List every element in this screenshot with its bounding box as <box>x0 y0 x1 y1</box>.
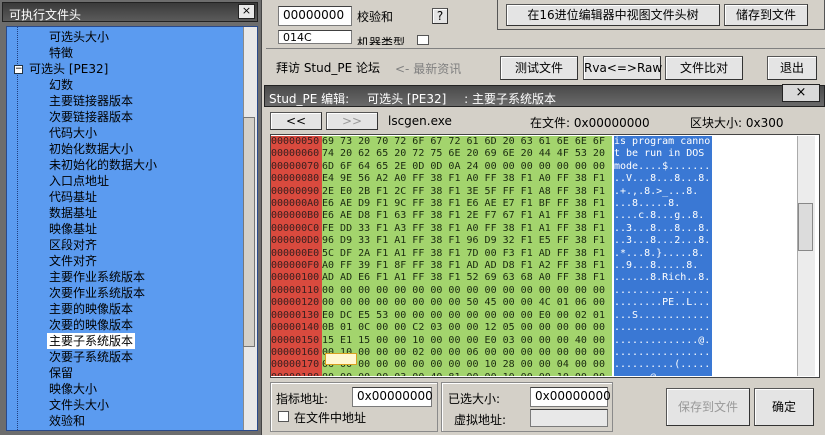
tree-item[interactable]: 幻数 <box>49 77 73 93</box>
in-file-address-label: 在文件中地址 <box>294 411 367 425</box>
tree-item[interactable]: 文件对齐 <box>49 253 97 269</box>
exit-button[interactable]: 退出 <box>767 56 817 80</box>
tree-item[interactable]: 代码大小 <box>49 125 97 141</box>
tree-item[interactable]: 效验和 <box>49 413 85 429</box>
hex-bytes[interactable]: 69 73 20 70 72 6F 67 72 61 6D 20 63 61 6… <box>322 136 612 376</box>
tree-guide-line <box>17 27 19 430</box>
divider <box>266 48 825 49</box>
tree-item[interactable]: 次要的映像版本 <box>49 317 133 333</box>
virtual-address-field[interactable] <box>530 409 608 427</box>
hex-address-column: 00000050 00000060 00000070 00000080 0000… <box>271 136 322 376</box>
tree-close-button[interactable]: × <box>238 4 255 19</box>
hex-ascii-column[interactable]: is program canno t be run in DOS mode...… <box>614 136 712 376</box>
prev-button[interactable]: << <box>270 112 322 130</box>
tree-panel-title: 可执行文件头 <box>2 2 258 22</box>
rva-raw-button[interactable]: Rva<=>Raw <box>583 56 662 80</box>
tree-item[interactable]: 代码基址 <box>49 189 97 205</box>
hex-ascii[interactable]: is program canno t be run in DOS mode...… <box>614 136 712 376</box>
filename-label: lscgen.exe <box>388 114 452 128</box>
selected-size-field[interactable]: 0x00000000 <box>530 387 611 407</box>
in-file-offset-label: 在文件: 0x00000000 <box>530 116 650 130</box>
tree-item[interactable]: 主要的映像版本 <box>49 301 133 317</box>
block-size-label: 区块大小: 0x300 <box>690 116 784 130</box>
selected-size-label: 已选大小: <box>448 392 501 406</box>
tree-item[interactable]: 次要子系统版本 <box>49 349 133 365</box>
tree-item[interactable]: 映像基址 <box>49 221 97 237</box>
hex-scrollbar[interactable] <box>797 136 815 376</box>
editor-title-bar: Stud_PE 编辑: 可选头 [PE32] : 主要子系统版本 <box>264 85 825 107</box>
checksum-field[interactable]: 00000000 <box>278 6 352 26</box>
ok-button[interactable]: 确定 <box>754 388 814 426</box>
tree-item-selected[interactable]: 主要子系统版本 <box>47 333 136 349</box>
hex-scrollbar-thumb[interactable] <box>798 203 813 251</box>
tree-item[interactable]: 数据基址 <box>49 205 97 221</box>
tree-view[interactable]: 可选头大小 特徵 − 可选头 [PE32] 幻数 主要链接器版本 次要链接器版本… <box>6 26 258 431</box>
view-in-hex-editor-button[interactable]: 在16进位编辑器中视图文件头树 <box>506 4 720 26</box>
test-file-button[interactable]: 测试文件 <box>500 56 578 80</box>
tree-item-optional-header-size[interactable]: 可选头大小 <box>49 29 109 45</box>
tree-item[interactable]: 主要作业系统版本 <box>49 269 145 285</box>
machine-field[interactable]: 014C <box>278 30 352 44</box>
hex-addresses: 00000050 00000060 00000070 00000080 0000… <box>271 136 320 376</box>
tree-item[interactable]: 保留 <box>49 365 73 381</box>
save-to-file-button[interactable]: 保存到文件 <box>666 388 750 426</box>
machine-checkbox[interactable] <box>417 35 429 45</box>
editor-title-field: : 主要子系统版本 <box>464 92 557 106</box>
editor-close-button[interactable]: × <box>782 84 820 102</box>
tree-item[interactable]: 映像大小 <box>49 381 97 397</box>
tree-item[interactable]: 文件头大小 <box>49 397 109 413</box>
latest-news-label: <- 最新资讯 <box>395 62 462 76</box>
editor-title-section: 可选头 [PE32] <box>367 92 447 106</box>
tree-item[interactable]: 次要作业系统版本 <box>49 285 145 301</box>
save-to-file-top-button[interactable]: 储存到文件 <box>724 4 808 26</box>
collapse-icon[interactable]: − <box>14 65 23 74</box>
selected-byte-highlight <box>325 353 357 365</box>
tree-group-optional-header[interactable]: 可选头 [PE32] <box>29 61 108 77</box>
tree-item[interactable]: 入口点地址 <box>49 173 109 189</box>
tree-item[interactable]: 未初始化的数据大小 <box>49 157 157 173</box>
help-button[interactable]: ? <box>432 8 448 24</box>
tree-item[interactable]: 区段对齐 <box>49 237 97 253</box>
pointer-address-label: 指标地址: <box>276 392 329 406</box>
tree-item[interactable]: 次要链接器版本 <box>49 109 133 125</box>
machine-label: 机器类型 <box>357 36 406 45</box>
virtual-address-label: 虚拟地址: <box>454 413 507 427</box>
checksum-label: 校验和 <box>357 10 394 24</box>
hex-bytes-column[interactable]: 69 73 20 70 72 6F 67 72 61 6D 20 63 61 6… <box>322 136 612 376</box>
tree-scrollbar-thumb[interactable] <box>243 117 255 347</box>
next-button[interactable]: >> <box>326 112 378 130</box>
pointer-address-field[interactable]: 0x00000000 <box>352 387 433 407</box>
tree-item[interactable]: 初始化数据大小 <box>49 141 133 157</box>
in-file-address-checkbox[interactable] <box>278 411 289 422</box>
editor-title-app: Stud_PE 编辑: <box>269 92 350 106</box>
file-compare-button[interactable]: 文件比对 <box>665 56 743 80</box>
visit-forum-link[interactable]: 拜访 Stud_PE 论坛 <box>276 59 380 76</box>
tree-item[interactable]: 主要链接器版本 <box>49 93 133 109</box>
tree-item-characteristics[interactable]: 特徵 <box>49 45 73 61</box>
